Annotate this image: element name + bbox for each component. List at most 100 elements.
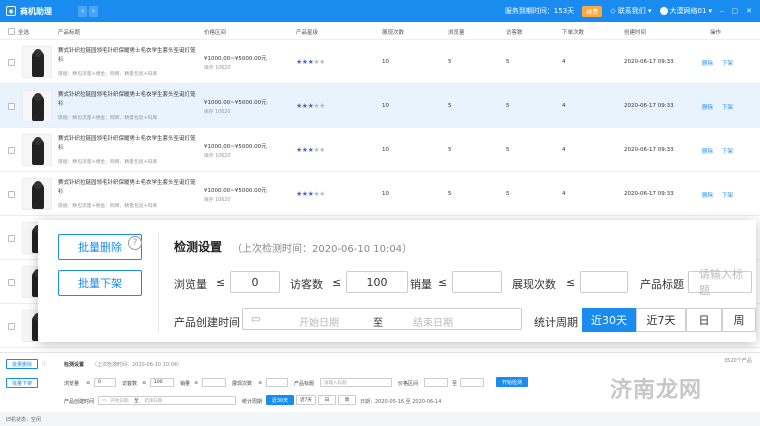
product-created: 2020-06-17 09:33 [624, 191, 674, 197]
sales-input[interactable] [452, 271, 502, 293]
end-date-placeholder: 结束日期 [413, 318, 453, 329]
app-title: 商机助理 [20, 6, 52, 16]
last-check-time: （上次检测时间：2020-06-10 10:04） [232, 244, 413, 255]
bottom-period-label: 统计周期 [242, 399, 263, 405]
product-shows: 10 [382, 103, 389, 109]
product-thumbnail[interactable] [22, 178, 52, 210]
minimize-button[interactable]: – [720, 7, 724, 15]
maximize-button[interactable]: ▢ [732, 7, 739, 15]
delete-link[interactable]: 删除 [702, 59, 713, 67]
header-select-all[interactable]: 全选 [18, 28, 29, 36]
product-orders: 4 [562, 103, 566, 109]
product-orders: 4 [562, 147, 566, 153]
table-row[interactable]: 赛式针织拉链园领毛针织保暖男士毛衣学生套头圣诞灯笼衫 旗舰：精包流量+佣金、网商、… [0, 172, 760, 216]
delete-link[interactable]: 删除 [702, 191, 713, 199]
forward-button[interactable]: › [89, 5, 98, 17]
off-shelf-link[interactable]: 下架 [722, 191, 733, 199]
close-button[interactable]: ✕ [746, 7, 752, 15]
batch-off-button[interactable]: 批量下架 [58, 270, 142, 296]
bottom-date-range-input[interactable]: ▭ 开始日期 至 结束日期 [98, 396, 236, 405]
header-shows: 展现次数 [382, 30, 405, 36]
header-views: 浏览量 [448, 30, 465, 36]
select-all-checkbox[interactable] [8, 28, 15, 35]
star-icon: ★ [319, 58, 325, 66]
period-7d-button[interactable]: 近7天 [636, 308, 686, 332]
row-checkbox[interactable] [8, 191, 15, 198]
help-icon[interactable]: ⓘ [42, 360, 47, 367]
help-icon[interactable]: ? [128, 236, 142, 250]
renew-button[interactable]: 续费 [582, 5, 603, 17]
shows-input[interactable] [580, 271, 628, 293]
product-thumbnail[interactable] [22, 90, 52, 122]
product-title[interactable]: 赛式针织拉链园领毛针织保暖男士毛衣学生套头圣诞灯笼衫 [58, 91, 198, 109]
delete-link[interactable]: 删除 [702, 103, 713, 111]
period-day-button[interactable]: 日 [686, 308, 722, 332]
bottom-title-input[interactable]: 请输入标题 [320, 378, 392, 387]
row-checkbox[interactable] [8, 59, 15, 66]
product-title[interactable]: 赛式针织拉链园领毛针织保暖男士毛衣学生套头圣诞灯笼衫 [58, 179, 198, 197]
divider [158, 232, 159, 332]
bottom-views-input[interactable]: 0 [94, 378, 116, 387]
row-checkbox[interactable] [8, 323, 15, 330]
star-icon: ★ [319, 102, 325, 110]
bottom-visitors-input[interactable]: 100 [150, 378, 174, 387]
visitors-input[interactable]: 100 [346, 271, 408, 293]
product-thumbnail[interactable] [22, 134, 52, 166]
star-icon: ★ [319, 190, 325, 198]
table-row[interactable]: 赛式针织拉链园领毛针织保暖男士毛衣学生套头圣诞灯笼衫旗舰：精包流量+佣金、网商、… [0, 40, 760, 84]
table-row[interactable]: 赛式针织拉链园领毛针织保暖男士毛衣学生套头圣诞灯笼衫 旗舰：精包流量+佣金、网商、… [0, 84, 760, 128]
period-30d-button[interactable]: 近30天 [582, 308, 636, 332]
bottom-settings-title: 检测设置 [64, 362, 85, 368]
bottom-shows-label: 展现次数 [232, 381, 253, 387]
product-created: 2020-06-17 09:33 [624, 147, 674, 153]
watermark: 济南龙网 [610, 378, 703, 403]
product-title[interactable]: 赛式针织拉链园领毛针织保暖男士毛衣学生套头圣诞灯笼衫 [58, 47, 198, 65]
title-bar: ◉ 商机助理 ‹ › 服务到期时间：153天 续费 ◇ 联系我们 ▾ 大漠网络0… [0, 0, 760, 22]
period-label: 统计周期 [534, 316, 578, 329]
avatar [659, 7, 668, 15]
bottom-batch-off-button[interactable]: 批量下架 [6, 378, 38, 388]
table-header: 全选 产品标题 价格区间 产品星级 展现次数 浏览量 访客数 下单次数 创建时间… [0, 22, 760, 40]
off-shelf-link[interactable]: 下架 [722, 147, 733, 155]
delete-link[interactable]: 删除 [702, 147, 713, 155]
bottom-views-label: 浏览量 [64, 381, 80, 387]
product-subtitle: 旗舰：精包流量+佣金、网商、精量包退+码库 [58, 72, 158, 77]
bottom-date-to: 至 [134, 398, 139, 404]
bottom-price-min-input[interactable] [424, 378, 448, 387]
bottom-sales-input[interactable] [202, 378, 226, 387]
product-stock: 库存 10620 [204, 198, 231, 203]
views-label: 浏览量 [174, 278, 207, 291]
product-rating: ★★★★★ [296, 146, 325, 154]
date-to-label: 至 [373, 318, 383, 329]
start-check-button[interactable]: 开始检测 [496, 377, 528, 387]
off-shelf-link[interactable]: 下架 [722, 59, 733, 67]
start-date-placeholder: 开始日期 [299, 318, 339, 329]
title-input[interactable]: 请输入标题 [688, 268, 752, 297]
bottom-price-max-input[interactable] [460, 378, 484, 387]
bottom-shows-input[interactable] [266, 378, 288, 387]
product-figure-head [34, 137, 42, 145]
bottom-batch-delete-button[interactable]: 批量删除 [6, 359, 38, 369]
user-menu[interactable]: 大漠网络01 ▾ [659, 6, 712, 16]
table-row[interactable]: 赛式针织拉链园领毛针织保暖男士毛衣学生套头圣诞灯笼衫 旗舰：精包流量+佣金、网商、… [0, 128, 760, 172]
off-shelf-link[interactable]: 下架 [722, 103, 733, 111]
row-checkbox[interactable] [8, 235, 15, 242]
row-checkbox[interactable] [8, 147, 15, 154]
header-created: 创建时间 [624, 30, 647, 36]
product-price: ¥1000.00~¥5000.00元 [204, 144, 267, 150]
product-thumbnail[interactable] [22, 46, 52, 78]
bottom-period-7d[interactable]: 近7天 [296, 395, 316, 405]
back-button[interactable]: ‹ [78, 5, 87, 17]
product-title[interactable]: 赛式针织拉链园领毛针织保暖男士毛衣学生套头圣诞灯笼衫 [58, 135, 198, 153]
product-rating: ★★★★★ [296, 102, 325, 110]
product-visitors: 5 [506, 191, 510, 197]
bottom-period-30d[interactable]: 近30天 [266, 395, 294, 405]
contact-link[interactable]: ◇ 联系我们 ▾ [610, 6, 651, 16]
row-checkbox[interactable] [8, 103, 15, 110]
row-checkbox[interactable] [8, 279, 15, 286]
bottom-period-week[interactable]: 周 [338, 395, 356, 405]
bottom-period-day[interactable]: 日 [318, 395, 336, 405]
period-week-button[interactable]: 周 [722, 308, 756, 332]
date-range-input[interactable]: ▭ 开始日期 至 结束日期 [242, 308, 522, 330]
views-input[interactable]: 0 [230, 271, 280, 293]
